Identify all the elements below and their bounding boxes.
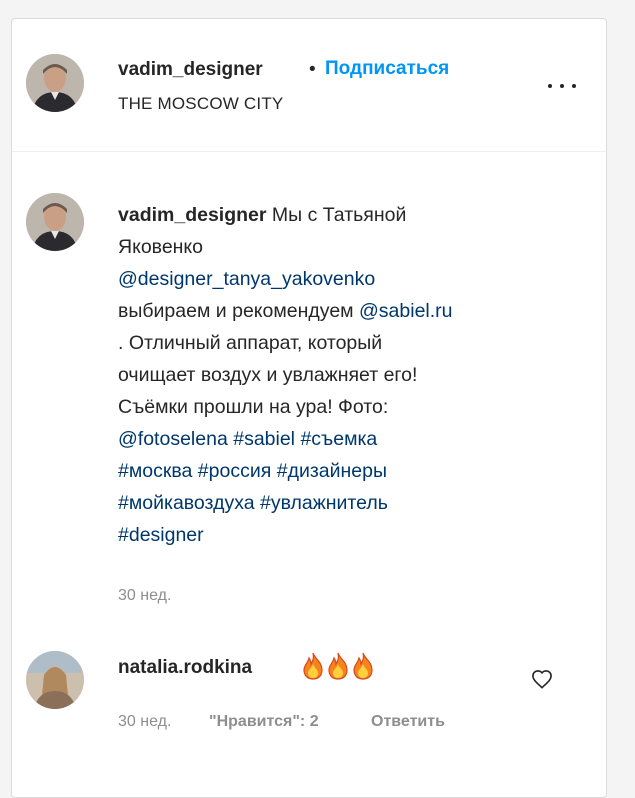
author-username[interactable]: vadim_designer <box>118 59 263 81</box>
caption-author-avatar[interactable] <box>26 193 84 251</box>
heart-outline-icon[interactable] <box>531 669 553 689</box>
post-location[interactable]: THE MOSCOW CITY <box>118 94 283 114</box>
fire-icon <box>353 652 373 680</box>
mention-link[interactable]: @sabiel.ru <box>359 300 453 322</box>
hashtag-link[interactable]: #увлажнитель <box>260 492 388 514</box>
separator-dot: • <box>309 59 316 80</box>
mention-link[interactable]: @fotoselena <box>118 428 228 450</box>
author-avatar[interactable] <box>26 54 84 112</box>
hashtag-link[interactable]: #мойкавоздуха <box>118 492 255 514</box>
follow-button[interactable]: Подписаться <box>325 58 449 80</box>
mention-link[interactable]: @designer_tanya_yakovenko <box>118 268 375 290</box>
hashtag-link[interactable]: #дизайнеры <box>277 460 387 482</box>
comment-likes-count[interactable]: "Нравится": 2 <box>209 713 319 731</box>
fire-icon <box>303 652 323 680</box>
caption-timestamp[interactable]: 30 нед. <box>118 587 171 605</box>
hashtag-link[interactable]: #sabiel <box>233 428 295 450</box>
caption-line: vadim_designer Мы с Татьяной <box>118 199 578 231</box>
caption-line: @designer_tanya_yakovenko <box>118 263 578 295</box>
post-comments-panel: vadim_designer • Подписаться THE MOSCOW … <box>11 18 607 798</box>
caption-line: выбираем и рекомендуем @sabiel.ru <box>118 295 578 327</box>
fire-emoji-group <box>300 652 375 680</box>
hashtag-link[interactable]: #съемка <box>300 428 377 450</box>
hashtag-link[interactable]: #москва <box>118 460 192 482</box>
caption-line: очищает воздух и увлажняет его! <box>118 364 418 386</box>
commenter-username[interactable]: natalia.rodkina <box>118 657 252 679</box>
caption-line: . Отличный аппарат, который <box>118 332 383 354</box>
commenter-avatar[interactable] <box>26 651 84 709</box>
caption-username[interactable]: vadim_designer <box>118 204 266 226</box>
caption-line: Съёмки прошли на ура! Фото: <box>118 396 389 418</box>
comment-meta: 30 нед. "Нравится": 2 Ответить <box>118 713 445 731</box>
caption-line: @fotoselena #sabiel #съемка <box>118 423 578 455</box>
more-options-icon[interactable] <box>544 79 580 93</box>
comment-timestamp[interactable]: 30 нед. <box>118 713 171 730</box>
hashtag-link[interactable]: #designer <box>118 524 204 546</box>
caption-line: #мойкавоздуха #увлажнитель <box>118 487 578 519</box>
hashtag-link[interactable]: #россия <box>198 460 272 482</box>
caption-fragment: выбираем и рекомендуем <box>118 300 359 322</box>
caption-line: Яковенко <box>118 236 204 258</box>
caption-line: #москва #россия #дизайнеры <box>118 455 578 487</box>
caption-text: vadim_designer Мы с Татьяной Яковенко @d… <box>118 199 578 551</box>
reply-button[interactable]: Ответить <box>371 713 445 731</box>
fire-icon <box>328 652 348 680</box>
caption-fragment: Мы с Татьяной <box>266 204 407 226</box>
caption-line: #designer <box>118 519 578 551</box>
post-header: vadim_designer • Подписаться THE MOSCOW … <box>12 19 606 152</box>
